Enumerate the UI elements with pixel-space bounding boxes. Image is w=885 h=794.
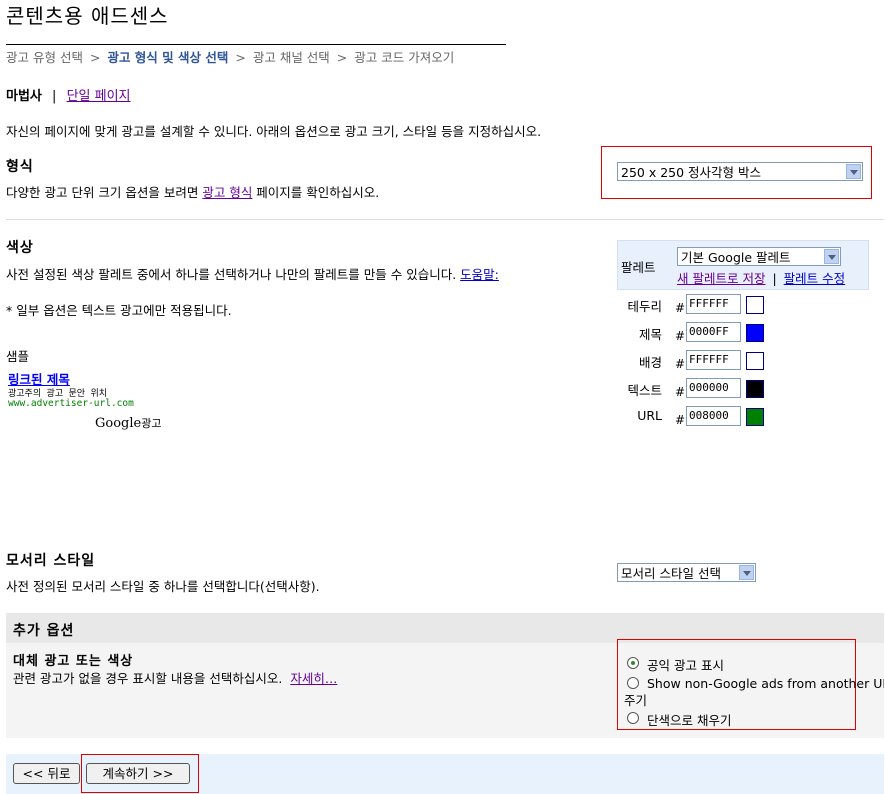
wizard-step-1: 광고 유형 선택 [6,50,83,65]
edit-palette-link[interactable]: 팔레트 수정 [784,271,845,286]
text-ads-note: * 일부 옵션은 텍스트 광고에만 적용됩니다. [6,303,232,318]
radio-psa-label: 공익 광고 표시 [647,658,724,673]
wizard-step-3: 광고 채널 선택 [252,50,330,65]
radio-other-url-label: Show non-Google ads from another URL [647,676,884,691]
continue-button[interactable]: 계속하기 >> [86,763,190,784]
format-desc-after: 페이지를 확인하십시오. [252,185,380,200]
colors-heading: 색상 [6,240,34,256]
breadcrumb-separator: > [89,50,101,65]
palette-links: 새 팔레트로 저장 | 팔레트 수정 [677,268,845,287]
section-divider [6,219,884,220]
radio-other-url-label-wrap: 주기 [624,693,648,708]
radio-psa[interactable] [627,657,639,669]
single-page-link[interactable]: 단일 페이지 [67,89,131,104]
format-description: 다양한 광고 단위 크기 옵션을 보려면 광고 형식 페이지를 확인하십시오. [6,182,379,201]
chevron-down-icon [824,249,839,264]
hash-sign: # [675,385,686,399]
alternate-ads-heading: 대체 광고 또는 색상 [13,654,134,669]
colors-description: 사전 설정된 색상 팔레트 중에서 하나를 선택하거나 나만의 팔레트를 만들 … [6,264,499,283]
hash-sign: # [675,413,686,427]
radio-other-url[interactable] [627,677,639,689]
radio-solid-color-label: 단색으로 채우기 [647,713,732,728]
corner-style-select-value: 모서리 스타일 선택 [621,566,721,581]
url-color-swatch[interactable] [746,408,764,426]
color-label-title: 제목 [638,327,662,342]
radio-solid-color[interactable] [627,712,639,724]
palette-select[interactable]: 기본 Google 팔레트 [677,247,841,266]
attribution-suffix: 광고 [141,417,162,430]
corner-style-description: 사전 정의된 모서리 스타일 중 하나를 선택합니다(선택사항). [6,579,320,594]
palette-label: 팔레트 [621,260,656,275]
wizard-breadcrumb: 광고 유형 선택 > 광고 형식 및 색상 선택 > 광고 채널 선택 > 광고 코드 가져… [6,47,454,66]
colors-desc-text: 사전 설정된 색상 팔레트 중에서 하나를 선택하거나 나만의 팔레트를 만들 … [6,267,457,282]
chevron-down-icon [739,565,754,580]
corner-style-select[interactable]: 모서리 스타일 선택 [617,563,756,582]
format-select-value: 250 x 250 정사각형 박스 [621,165,762,180]
ad-formats-link[interactable]: 광고 형식 [202,185,252,200]
color-label-url: URL [637,408,662,423]
wizard-mode-label: 마법사 [6,89,42,104]
background-color-input[interactable]: FFFFFF [686,350,741,370]
background-color-swatch[interactable] [746,352,764,370]
mode-divider: | [52,89,57,104]
wizard-step-2-current: 광고 형식 및 색상 선택 [107,50,229,65]
text-color-input[interactable]: 000000 [686,378,741,398]
hash-sign: # [675,301,686,315]
chevron-down-icon [846,164,861,179]
alternate-ads-description: 관련 광고가 없을 경우 표시할 내용을 선택하십시오. 자세히… [13,668,337,687]
title-color-swatch[interactable] [746,324,764,342]
back-button[interactable]: << 뒤로 [13,763,80,784]
learn-more-link[interactable]: 자세히… [290,671,337,686]
format-heading: 형식 [6,159,34,175]
format-select[interactable]: 250 x 250 정사각형 박스 [617,162,863,181]
color-label-border: 테두리 [627,299,662,314]
google-logo: Google [95,416,142,431]
sample-ad-url: www.advertiser-url.com [8,398,134,409]
intro-text: 자신의 페이지에 맞게 광고를 설계할 수 있니다. 아래의 옵션으로 광고 크… [6,124,542,139]
hash-sign: # [675,329,686,343]
border-color-input[interactable]: FFFFFF [686,294,741,314]
additional-options-title: 추가 옵션 [13,623,75,639]
palette-links-divider: | [772,271,777,286]
corner-style-heading: 모서리 스타일 [6,553,96,569]
format-desc-before: 다양한 광고 단위 크기 옵션을 보려면 [6,185,203,200]
wizard-divider-line [6,44,506,45]
color-label-background: 배경 [638,355,662,370]
palette-select-value: 기본 Google 팔레트 [681,250,791,265]
breadcrumb-separator: > [336,50,348,65]
alternate-ads-desc-text: 관련 광고가 없을 경우 표시할 내용을 선택하십시오. [13,671,283,686]
color-label-text: 텍스트 [627,383,662,398]
breadcrumb-separator: > [235,50,246,65]
hash-sign: # [675,357,686,371]
border-color-swatch[interactable] [746,296,764,314]
help-link[interactable]: 도움말: [460,267,499,282]
mode-switch: 마법사 | 단일 페이지 [6,85,131,104]
text-color-swatch[interactable] [746,380,764,398]
url-color-input[interactable]: 008000 [686,406,741,426]
title-color-input[interactable]: 0000FF [686,322,741,342]
sample-label: 샘플 [6,349,30,364]
save-new-palette-link[interactable]: 새 팔레트로 저장 [677,271,765,286]
ads-by-google-attribution: Google광고 [95,415,161,431]
wizard-step-4: 광고 코드 가져오기 [354,50,455,65]
page-title: 콘텐츠용 애드센스 [6,4,169,28]
